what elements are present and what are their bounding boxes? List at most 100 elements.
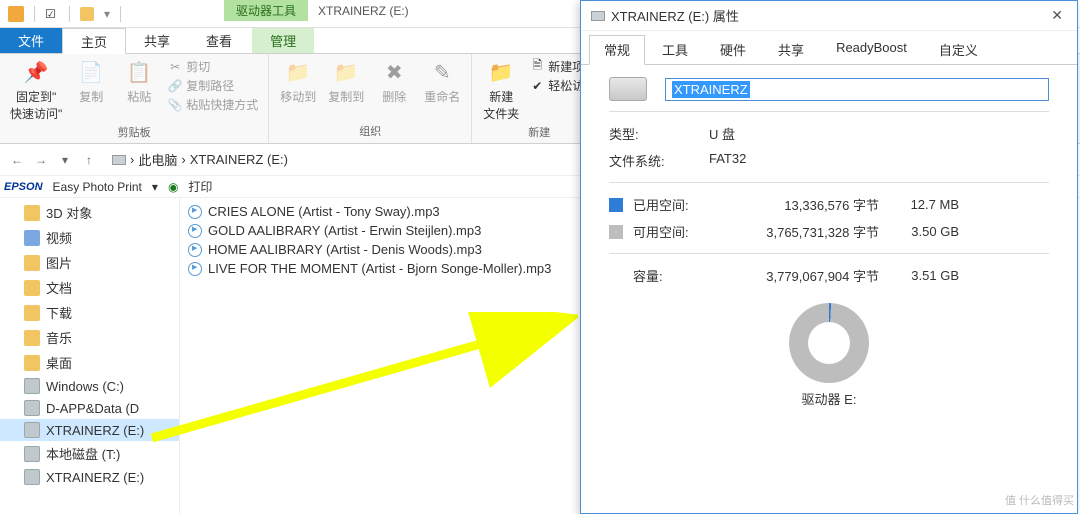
tree-item[interactable]: Windows (C:) xyxy=(0,375,179,397)
tab-home[interactable]: 主页 xyxy=(62,28,126,54)
easy-icon: ✔ xyxy=(530,79,544,93)
tab-readyboost[interactable]: ReadyBoost xyxy=(821,35,922,64)
moveto-icon: 📁 xyxy=(284,58,312,86)
paste-shortcut-button[interactable]: 📎粘贴快捷方式 xyxy=(168,96,258,113)
copy-icon: 📄 xyxy=(77,58,105,86)
drive-icon xyxy=(24,469,40,485)
breadcrumb-root[interactable]: 此电脑 xyxy=(138,150,177,169)
paste-icon: 📋 xyxy=(125,58,153,86)
free-swatch xyxy=(609,225,623,239)
free-label: 可用空间: xyxy=(633,222,709,241)
folder-icon xyxy=(24,205,40,221)
dialog-titlebar[interactable]: XTRAINERZ (E:) 属性 ✕ xyxy=(581,1,1077,31)
tab-hardware[interactable]: 硬件 xyxy=(705,35,761,64)
window-title: XTRAINERZ (E:) xyxy=(318,4,409,18)
group-new-label: 新建 xyxy=(528,122,550,140)
tree-item[interactable]: 桌面 xyxy=(0,350,179,375)
used-bytes: 13,336,576 字节 xyxy=(709,195,879,214)
used-swatch xyxy=(609,198,623,212)
video-icon xyxy=(24,230,40,246)
rename-icon: ✎ xyxy=(428,58,456,86)
drive-small-icon xyxy=(112,155,126,165)
nav-back-button[interactable]: ← xyxy=(6,149,28,171)
breadcrumb-current[interactable]: XTRAINERZ (E:) xyxy=(190,152,288,167)
folder-icon xyxy=(24,305,40,321)
usage-donut xyxy=(789,303,869,383)
tree-item[interactable]: 音乐 xyxy=(0,325,179,350)
tab-sharing[interactable]: 共享 xyxy=(763,35,819,64)
fs-label: 文件系统: xyxy=(609,151,709,170)
copy-button[interactable]: 📄复制 xyxy=(72,58,110,105)
drive-name-input[interactable]: XTRAINERZ xyxy=(665,78,1049,101)
folder-icon xyxy=(24,330,40,346)
tree-item[interactable]: 3D 对象 xyxy=(0,200,179,225)
path-icon: 🔗 xyxy=(168,79,182,93)
folder-icon xyxy=(24,255,40,271)
copy-to-button[interactable]: 📁复制到 xyxy=(327,58,365,105)
tree-item[interactable]: 下载 xyxy=(0,300,179,325)
context-tab[interactable]: 驱动器工具 xyxy=(224,0,308,21)
tree-item[interactable]: XTRAINERZ (E:) xyxy=(0,466,179,488)
tree-item-label: 文档 xyxy=(46,278,72,297)
drive-icon xyxy=(24,400,40,416)
delete-button[interactable]: ✖删除 xyxy=(375,58,413,105)
file-name: CRIES ALONE (Artist - Tony Sway).mp3 xyxy=(208,204,440,219)
nav-up-button[interactable]: ↑ xyxy=(78,149,100,171)
type-label: 类型: xyxy=(609,124,709,143)
cut-button[interactable]: ✂剪切 xyxy=(168,58,258,75)
qat-checkbox-icon[interactable]: ☑ xyxy=(45,7,59,21)
cut-icon: ✂ xyxy=(168,60,182,74)
close-button[interactable]: ✕ xyxy=(1047,7,1067,24)
tree-item-label: 本地磁盘 (T:) xyxy=(46,444,120,463)
drive-small-icon xyxy=(591,11,605,21)
tree-item[interactable]: 本地磁盘 (T:) xyxy=(0,441,179,466)
fs-value: FAT32 xyxy=(709,151,1049,170)
copy-path-button[interactable]: 🔗复制路径 xyxy=(168,77,258,94)
pin-button[interactable]: 📌固定到" 快速访问" xyxy=(10,58,62,122)
navigation-tree[interactable]: 3D 对象视频图片文档下载音乐桌面 Windows (C:) D-APP&Data … xyxy=(0,198,180,514)
tree-item-label: 下载 xyxy=(46,303,72,322)
paste-button[interactable]: 📋粘贴 xyxy=(120,58,158,105)
tab-tools[interactable]: 工具 xyxy=(647,35,703,64)
tab-file[interactable]: 文件 xyxy=(0,28,62,53)
audio-file-icon xyxy=(188,262,202,276)
tab-share[interactable]: 共享 xyxy=(126,28,188,53)
tree-item[interactable]: 视频 xyxy=(0,225,179,250)
cap-label: 容量: xyxy=(633,266,709,285)
drive-icon xyxy=(24,422,40,438)
rename-button[interactable]: ✎重命名 xyxy=(423,58,461,105)
tab-custom[interactable]: 自定义 xyxy=(924,35,993,64)
tab-manage[interactable]: 管理 xyxy=(252,28,314,53)
drive-icon xyxy=(609,77,647,101)
nav-forward-button[interactable]: → xyxy=(30,149,52,171)
tab-general[interactable]: 常规 xyxy=(589,35,645,65)
epson-print-button[interactable]: 打印 xyxy=(188,178,212,195)
tree-item-label: 音乐 xyxy=(46,328,72,347)
new-folder-button[interactable]: 📁新建 文件夹 xyxy=(482,58,520,122)
group-clipboard-label: 剪贴板 xyxy=(118,122,151,140)
delete-icon: ✖ xyxy=(380,58,408,86)
tree-item[interactable]: XTRAINERZ (E:) xyxy=(0,419,179,441)
drive-icon xyxy=(24,446,40,462)
used-label: 已用空间: xyxy=(633,195,709,214)
tree-item-label: XTRAINERZ (E:) xyxy=(46,423,144,438)
pin-icon: 📌 xyxy=(22,58,50,86)
properties-dialog: XTRAINERZ (E:) 属性 ✕ 常规 工具 硬件 共享 ReadyBoo… xyxy=(580,0,1078,514)
cap-bytes: 3,779,067,904 字节 xyxy=(709,266,879,285)
tree-item-label: 3D 对象 xyxy=(46,203,92,222)
nav-history-button[interactable]: ▾ xyxy=(54,149,76,171)
group-organize-label: 组织 xyxy=(359,121,381,139)
audio-file-icon xyxy=(188,224,202,238)
file-name: GOLD AALIBRARY (Artist - Erwin Steijlen)… xyxy=(208,223,481,238)
tree-item[interactable]: 文档 xyxy=(0,275,179,300)
tree-item-label: XTRAINERZ (E:) xyxy=(46,470,144,485)
tree-item-label: 桌面 xyxy=(46,353,72,372)
tree-item[interactable]: D-APP&Data (D xyxy=(0,397,179,419)
dialog-title: XTRAINERZ (E:) 属性 xyxy=(611,6,739,25)
shortcut-icon: 📎 xyxy=(168,98,182,112)
qat-folder-icon[interactable] xyxy=(80,7,94,21)
tree-item[interactable]: 图片 xyxy=(0,250,179,275)
move-to-button[interactable]: 📁移动到 xyxy=(279,58,317,105)
tab-view[interactable]: 查看 xyxy=(188,28,250,53)
tree-item-label: D-APP&Data (D xyxy=(46,401,139,416)
